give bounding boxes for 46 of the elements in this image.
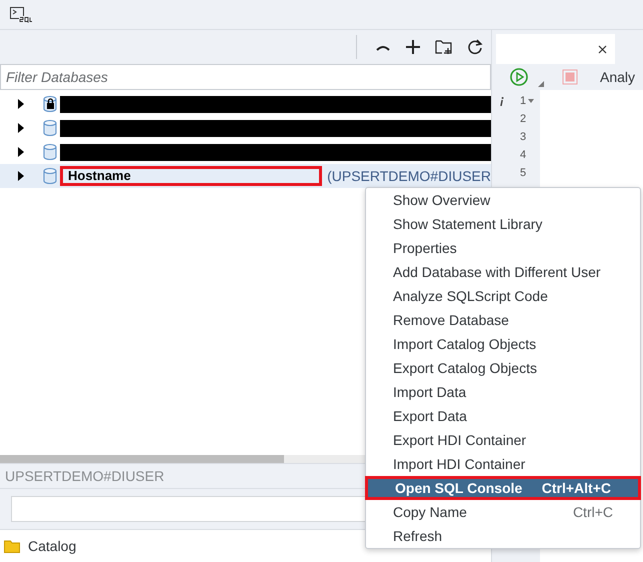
database-icon	[42, 119, 58, 137]
scrollbar-thumb[interactable]	[0, 455, 284, 463]
database-name: Hostname	[60, 166, 322, 186]
locked-database-icon	[42, 95, 58, 113]
menu-item[interactable]: Open SQL Console Ctrl+Alt+C	[365, 476, 641, 500]
tree-row[interactable]: Hostname (UPSERTDEMO#DIUSER	[0, 164, 491, 188]
expand-arrow-icon[interactable]	[17, 146, 25, 158]
database-user: (UPSERTDEMO#DIUSER	[327, 166, 491, 186]
menu-item[interactable]: Remove Database	[366, 308, 640, 332]
line-number: 3	[520, 130, 526, 145]
database-icon	[42, 167, 58, 185]
menu-item[interactable]: Copy Name Ctrl+C	[366, 500, 640, 524]
menu-item[interactable]: Show Statement Library	[366, 212, 640, 236]
menu-item[interactable]: Show Overview	[366, 188, 640, 212]
details-title: UPSERTDEMO#DIUSER	[5, 466, 164, 486]
menu-item[interactable]: Refresh	[366, 524, 640, 548]
line-number: 2	[520, 112, 526, 127]
filter-field[interactable]: Filter Databases	[0, 64, 491, 90]
catalog-item[interactable]: Catalog	[28, 536, 76, 556]
expand-arrow-icon[interactable]	[17, 122, 25, 134]
line-number: 5	[520, 166, 526, 181]
folder-icon	[4, 540, 20, 552]
analyze-menu[interactable]: Analy	[600, 66, 636, 88]
menu-item[interactable]: Import Data	[366, 380, 640, 404]
run-icon[interactable]	[510, 68, 528, 86]
close-icon[interactable]	[598, 44, 607, 54]
menu-item[interactable]: Export Data	[366, 404, 640, 428]
menu-item[interactable]: Import Catalog Objects	[366, 332, 640, 356]
add-icon[interactable]	[405, 39, 421, 55]
menu-item[interactable]: Import HDI Container	[366, 452, 640, 476]
line-number: 4	[520, 148, 526, 163]
line-number: 1	[520, 94, 526, 109]
menu-item[interactable]: Add Database with Different User	[366, 260, 640, 284]
refresh-icon[interactable]	[467, 39, 483, 55]
menu-item[interactable]: Export HDI Container	[366, 428, 640, 452]
info-icon	[500, 96, 504, 106]
fold-caret-icon[interactable]	[528, 99, 534, 103]
menu-item[interactable]: Properties	[366, 236, 640, 260]
expand-arrow-icon[interactable]	[17, 170, 25, 182]
menu-item[interactable]: Analyze SQLScript Code	[366, 284, 640, 308]
database-icon	[42, 143, 58, 161]
sql-console-icon[interactable]	[10, 6, 32, 22]
menu-item[interactable]: Export Catalog Objects	[366, 356, 640, 380]
dropdown-caret-icon[interactable]	[538, 81, 544, 87]
expand-arrow-icon[interactable]	[17, 98, 25, 110]
add-folder-icon[interactable]	[435, 39, 453, 55]
